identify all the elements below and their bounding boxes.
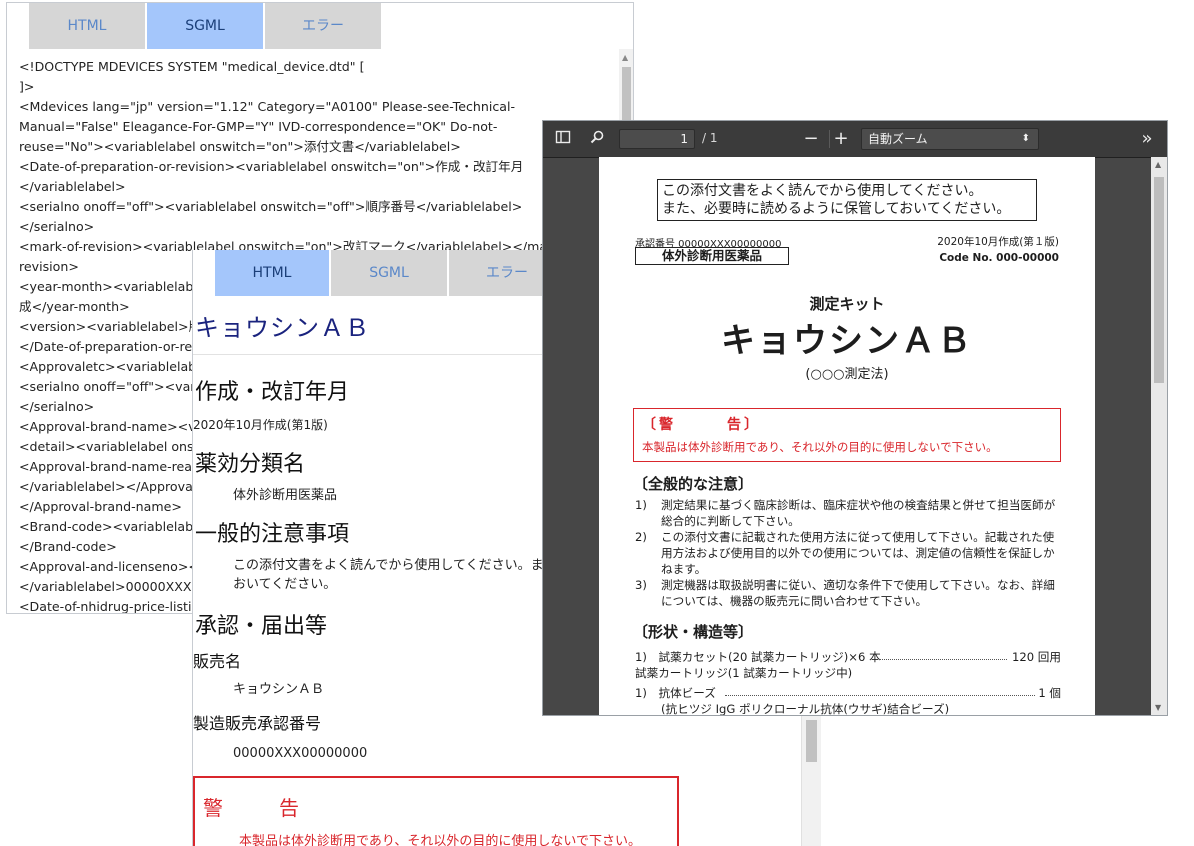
- code-line: </variablelabel>: [19, 179, 126, 194]
- scrollbar-thumb[interactable]: [622, 67, 631, 127]
- scroll-up-icon[interactable]: ▲: [1155, 160, 1161, 169]
- tab-error[interactable]: エラー: [265, 3, 381, 49]
- tab-html[interactable]: HTML: [215, 250, 329, 296]
- tab-html[interactable]: HTML: [29, 3, 145, 49]
- search-icon[interactable]: [587, 129, 607, 149]
- shape-row-label: 1) 試薬カセット(20 試薬カートリッジ)×6 本: [635, 650, 881, 664]
- code-line: <Mdevices lang="jp" version="1.12" Categ…: [19, 99, 516, 114]
- warning-text: 本製品は体外診断用であり、それ以外の目的に使用しないで下さい。: [642, 440, 998, 454]
- preparation-date: 2020年10月作成(第１版): [937, 236, 1059, 248]
- shape-row-label: 1) 抗体ビーズ: [635, 686, 716, 700]
- approval-number-value: 00000XXX00000000: [233, 746, 368, 761]
- general-notes-line2: おいてください。: [233, 577, 337, 592]
- brand-name-label: 販売名: [193, 652, 242, 671]
- code-line: <!DOCTYPE MDEVICES SYSTEM "medical_devic…: [19, 59, 365, 74]
- zoom-select[interactable]: 自動ズーム ⬍: [861, 128, 1039, 150]
- dot-leader: [725, 695, 1035, 696]
- section-heading-general-notes: 一般的注意事項: [195, 522, 350, 547]
- shape-subheading: 試薬カートリッジ(1 試薬カートリッジ中): [635, 666, 853, 680]
- list-number: 3): [635, 578, 647, 592]
- select-caret-icon: ⬍: [1021, 133, 1030, 144]
- divider: [193, 354, 553, 355]
- warning-text: 本製品は体外診断用であり、それ以外の目的に使用しないで下さい。: [239, 834, 641, 846]
- shape-row: 1) 試薬カセット(20 試薬カートリッジ)×6 本 120 回用: [635, 649, 1061, 665]
- code-line: <serialno onoff="off"><variablelabel ons…: [19, 199, 523, 214]
- kit-label: 測定キット: [809, 295, 885, 313]
- section-heading-revision-date: 作成・改訂年月: [195, 380, 350, 405]
- code-line: ]>: [19, 79, 35, 94]
- list-number: 2): [635, 530, 647, 544]
- notice-line1: この添付文書をよく読んでから使用してください。: [662, 183, 983, 199]
- code-line: </serialno>: [19, 219, 95, 234]
- pdf-scrollbar[interactable]: ▲ ▼: [1151, 157, 1167, 715]
- notice-box: この添付文書をよく読んでから使用してください。 また、必要時に読めるように保管し…: [657, 179, 1037, 221]
- page-total: / 1: [702, 131, 718, 145]
- scrollbar-thumb[interactable]: [1154, 177, 1164, 383]
- zoom-value: 自動ズーム: [868, 132, 928, 146]
- tab-sgml[interactable]: SGML: [147, 3, 263, 49]
- code-line: Manual="False" Eleagance-For-GMP="Y" IVD…: [19, 119, 498, 134]
- warning-title: 警告: [203, 796, 355, 820]
- shape-structure-heading: 〔形状・構造等〕: [633, 623, 754, 641]
- sgml-window-tabs: HTML SGML エラー: [7, 3, 633, 49]
- product-name: キョウシンＡＢ: [721, 321, 973, 361]
- notice-line2: また、必要時に読めるように保管しておいてください。: [662, 201, 1011, 217]
- list-text: 測定結果に基づく臨床診断は、臨床症状や他の検査結果と併せて担当医師が総合的に判断…: [661, 498, 1056, 528]
- warning-title: 〔警 告〕: [642, 417, 761, 433]
- revision-date-text: 2020年10月作成(第1版): [193, 418, 328, 432]
- page-number-input[interactable]: 1: [619, 129, 695, 149]
- list-item: 1) 測定結果に基づく臨床診断は、臨床症状や他の検査結果と併せて担当医師が総合的…: [635, 497, 1065, 529]
- code-line: <Date-of-preparation-or-revision><variab…: [19, 159, 524, 174]
- tab-sgml[interactable]: SGML: [331, 250, 447, 296]
- code-number: Code No. 000-00000: [939, 252, 1059, 264]
- category-text: 体外診断用医薬品: [233, 488, 338, 503]
- list-number: 1): [635, 498, 647, 512]
- section-heading-approval: 承認・届出等: [195, 614, 328, 639]
- shape-row-value: 120 回用: [1011, 650, 1061, 664]
- pdf-toolbar: 1 / 1 − + 自動ズーム ⬍ »: [543, 121, 1167, 158]
- scroll-up-icon[interactable]: ▲: [622, 53, 628, 62]
- document-title: キョウシンＡＢ: [195, 314, 370, 342]
- method-label: (○○○測定法): [805, 367, 889, 382]
- warning-box: 警告 本製品は体外診断用であり、それ以外の目的に使用しないで下さい。: [193, 776, 679, 846]
- html-scrollbar[interactable]: [801, 716, 821, 846]
- warning-box: 〔警 告〕 本製品は体外診断用であり、それ以外の目的に使用しないで下さい。: [633, 408, 1061, 462]
- section-heading-category: 薬効分類名: [195, 452, 306, 477]
- list-item: 2) この添付文書に記載された使用方法に従って使用して下さい。記載された使用方法…: [635, 529, 1065, 577]
- brand-name-value: キョウシンＡＢ: [233, 682, 325, 697]
- pdf-viewer-window: 1 / 1 − + 自動ズーム ⬍ » この添付文書をよく読んでから使用してくだ…: [542, 120, 1168, 716]
- pdf-page: この添付文書をよく読んでから使用してください。 また、必要時に読めるように保管し…: [599, 157, 1095, 716]
- scrollbar-thumb[interactable]: [806, 720, 817, 762]
- scroll-down-icon[interactable]: ▼: [1155, 703, 1161, 712]
- minus-icon[interactable]: −: [801, 129, 821, 149]
- category-badge: 体外診断用医薬品: [635, 247, 789, 265]
- approval-number-label: 製造販売承認番号: [193, 714, 322, 733]
- code-line: reuse="No"><variablelabel onswitch="on">…: [19, 139, 461, 154]
- shape-row-value: 1 個: [1038, 686, 1061, 700]
- plus-icon[interactable]: +: [831, 129, 851, 149]
- general-precautions-heading: 〔全般的な注意〕: [633, 475, 754, 493]
- shape-row-detail: (抗ヒツジ IgG ポリクローナル抗体(ウサギ)結合ビーズ): [661, 702, 950, 716]
- list-text: 測定機器は取扱説明書に従い、適切な条件下で使用して下さい。なお、詳細については、…: [661, 578, 1055, 608]
- list-item: 3) 測定機器は取扱説明書に従い、適切な条件下で使用して下さい。なお、詳細につい…: [635, 577, 1065, 609]
- toolbar-separator: [829, 130, 830, 148]
- double-chevron-right-icon[interactable]: »: [1137, 129, 1157, 149]
- shape-row: 1) 抗体ビーズ 1 個: [635, 685, 1061, 701]
- list-text: この添付文書に記載された使用方法に従って使用して下さい。記載された使用方法および…: [661, 530, 1055, 576]
- sidebar-toggle-icon[interactable]: [553, 129, 573, 149]
- dot-leader: [879, 659, 1007, 660]
